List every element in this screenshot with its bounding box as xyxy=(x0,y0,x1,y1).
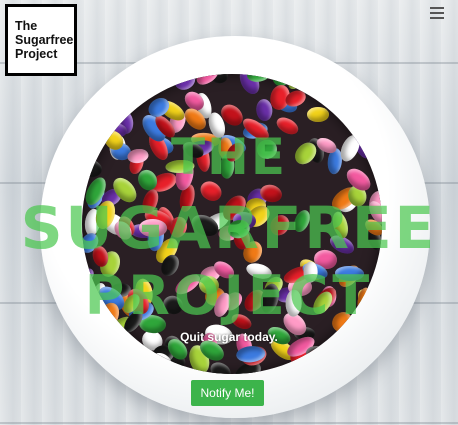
logo-line-2: Sugarfree xyxy=(15,33,74,47)
site-logo[interactable]: The Sugarfree Project xyxy=(5,4,77,76)
hero-tagline: Quit sugar today. xyxy=(180,330,278,344)
jelly-bean xyxy=(307,106,330,122)
jelly-bean xyxy=(207,359,233,374)
hero-title-line-3: Project xyxy=(84,264,374,327)
logo-line-3: Project xyxy=(15,47,58,61)
hamburger-menu-icon[interactable] xyxy=(430,7,444,19)
notify-me-button[interactable]: Notify Me! xyxy=(191,380,264,406)
hero-title-line-2: Sugarfree xyxy=(20,194,438,262)
hero-title-line-1: The xyxy=(170,128,288,186)
jelly-bean xyxy=(171,74,199,93)
logo-line-1: The xyxy=(15,19,38,33)
